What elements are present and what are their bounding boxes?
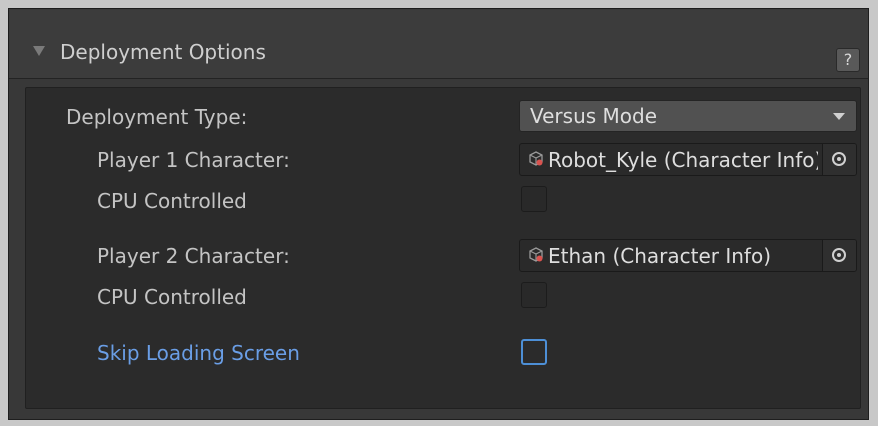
object-picker-button[interactable] xyxy=(822,144,856,175)
player1-character-field[interactable]: Robot_Kyle (Character Info) xyxy=(519,143,857,176)
picker-dot xyxy=(837,157,841,161)
player1-character-value: Robot_Kyle (Character Info) xyxy=(548,148,818,172)
player1-cpu-checkbox[interactable] xyxy=(521,186,547,212)
scriptable-object-icon xyxy=(529,247,543,262)
picker-dot xyxy=(837,253,841,257)
player2-character-value: Ethan (Character Info) xyxy=(548,244,771,268)
dropdown-value: Versus Mode xyxy=(530,104,658,128)
player2-cpu-label: CPU Controlled xyxy=(97,285,247,309)
player2-character-field[interactable]: Ethan (Character Info) xyxy=(519,239,857,272)
deployment-type-dropdown[interactable]: Versus Mode xyxy=(519,100,857,132)
skip-loading-checkbox[interactable] xyxy=(521,339,547,365)
player2-character-label: Player 2 Character: xyxy=(97,244,290,268)
player1-cpu-label: CPU Controlled xyxy=(97,189,247,213)
player2-cpu-checkbox[interactable] xyxy=(521,282,547,308)
section-header[interactable]: Deployment Options ? xyxy=(9,9,868,79)
player1-character-label: Player 1 Character: xyxy=(97,148,290,172)
object-picker-button[interactable] xyxy=(822,240,856,271)
scriptable-object-icon xyxy=(529,151,543,166)
deployment-type-label: Deployment Type: xyxy=(66,105,248,129)
chevron-down-icon xyxy=(833,113,845,120)
inspector-window: Deployment Options ? Deployment Type: Ve… xyxy=(0,0,878,426)
skip-loading-label: Skip Loading Screen xyxy=(97,341,300,365)
help-button[interactable]: ? xyxy=(836,48,860,72)
triangle-down-icon[interactable] xyxy=(33,46,45,56)
section-title: Deployment Options xyxy=(60,40,266,64)
